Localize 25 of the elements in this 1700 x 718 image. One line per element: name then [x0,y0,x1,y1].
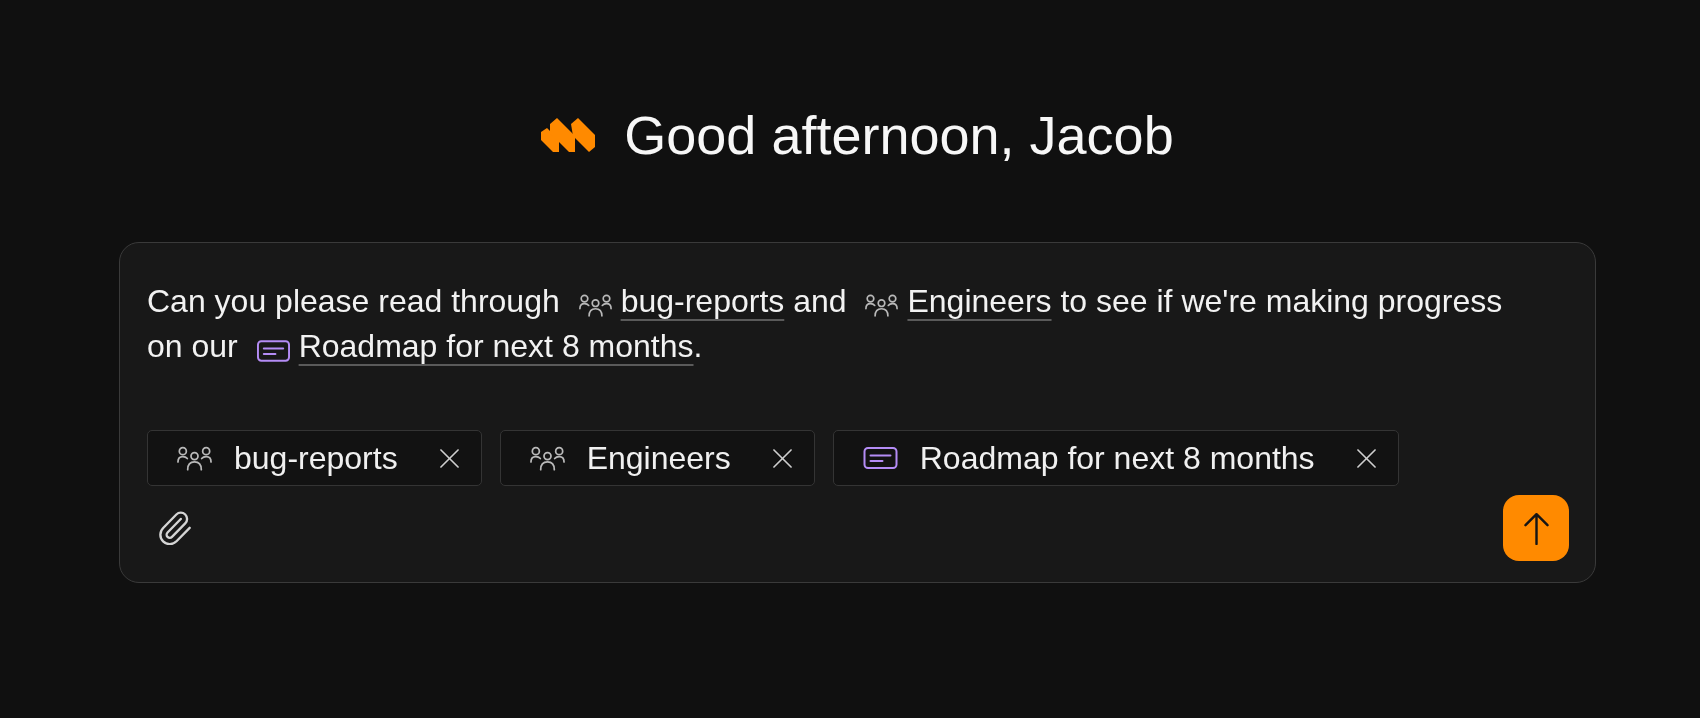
chip-label: bug-reports [234,439,398,478]
remove-button[interactable] [1356,448,1376,468]
people-icon [529,445,565,471]
document-icon [256,339,290,362]
arrow-up-icon [1522,511,1550,545]
attach-button[interactable] [158,511,191,545]
paperclip-icon [158,511,191,545]
greeting-title: Good afternoon, Jacob [624,106,1174,164]
mention-link[interactable]: bug-reports [578,283,785,319]
message-text: Can you please read through bug-reports and Engineers to see if we're making progress on our Roadmap for next 8 months. [147,282,1504,366]
people-icon [177,445,212,471]
people-icon [578,294,612,318]
document-icon [862,447,898,469]
mention-link[interactable]: Engineers [865,283,1052,319]
mention-link[interactable]: Roadmap for next 8 months [256,328,694,364]
close-icon [439,448,459,468]
remove-button[interactable] [439,448,459,468]
send-button[interactable] [1503,495,1569,561]
close-icon [1356,448,1376,468]
close-icon [772,448,792,468]
chip-label: Roadmap for next 8 months [919,439,1315,478]
logo-icon [541,118,596,152]
people-icon [865,294,899,318]
chip-label: Engineers [586,439,731,478]
remove-button[interactable] [772,448,792,468]
